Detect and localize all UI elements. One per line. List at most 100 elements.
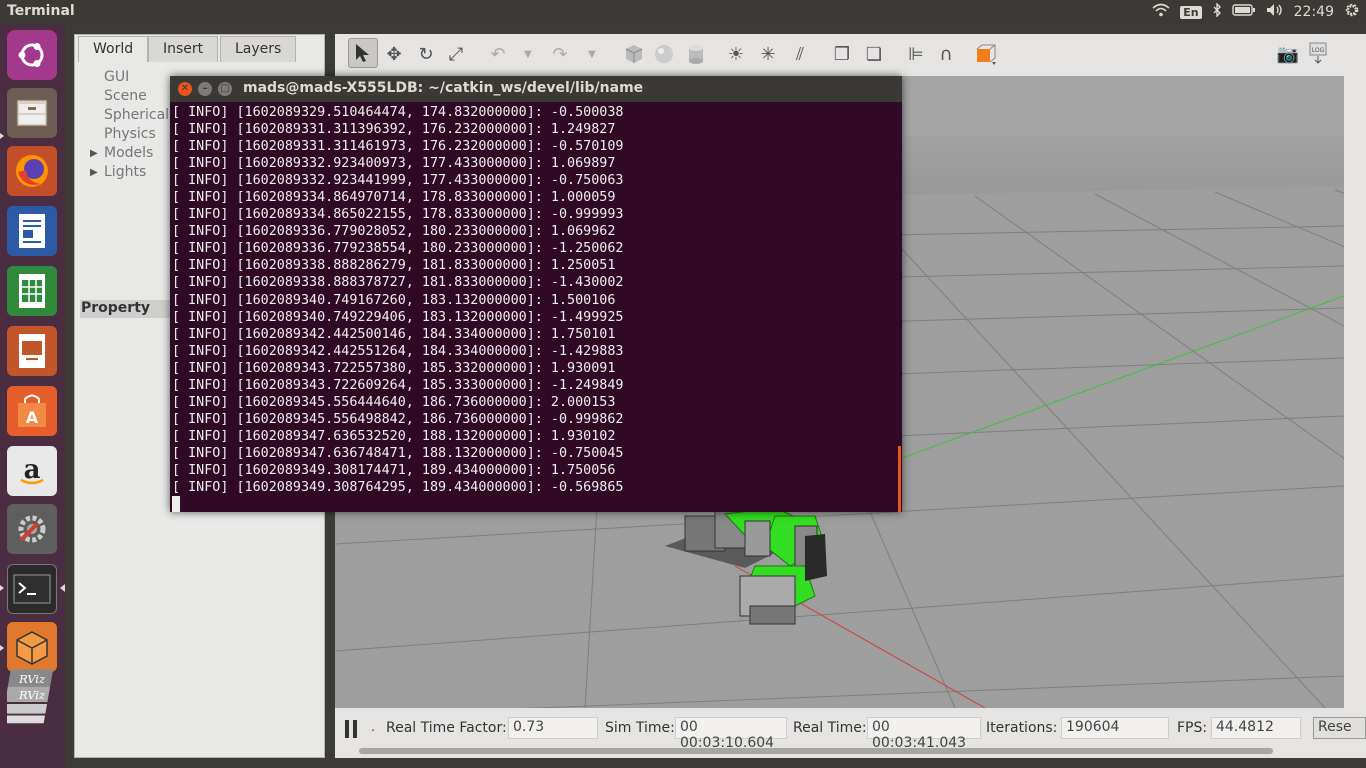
directional-light-button[interactable]: ⫽ bbox=[788, 42, 812, 66]
paste-button[interactable]: ❏ bbox=[862, 42, 886, 66]
firefox-icon bbox=[16, 155, 48, 187]
point-light-button[interactable]: ☀ bbox=[724, 42, 748, 66]
writer-launcher-button[interactable] bbox=[7, 206, 57, 256]
rviz-launcher-button[interactable]: RViz RViz bbox=[7, 669, 57, 728]
tree-item-scene[interactable]: Scene bbox=[104, 88, 147, 104]
software-center-launcher-button[interactable]: A bbox=[7, 386, 57, 436]
pause-icon[interactable] bbox=[353, 720, 357, 738]
amazon-launcher-button[interactable]: a bbox=[7, 446, 57, 496]
step-indicator: . bbox=[371, 720, 375, 734]
terminal-titlebar[interactable]: ✕ – □ mads@mads-X555LDB: ~/catkin_ws/dev… bbox=[170, 76, 902, 102]
align-button[interactable]: ⊫ bbox=[904, 42, 928, 66]
tree-item-models[interactable]: Models bbox=[104, 145, 153, 161]
firefox-launcher-button[interactable] bbox=[7, 146, 57, 196]
tab-layers[interactable]: Layers bbox=[220, 36, 297, 62]
screenshot-button[interactable]: 📷 bbox=[1276, 42, 1300, 66]
system-settings-launcher-button[interactable] bbox=[7, 504, 57, 554]
calc-launcher-button[interactable] bbox=[7, 266, 57, 316]
chevron-down-icon: ▼ bbox=[524, 48, 532, 60]
svg-text:A: A bbox=[26, 408, 39, 427]
box-shape-button[interactable] bbox=[622, 42, 646, 66]
terminal-line: [ INFO] [1602089340.749229406, 183.13200… bbox=[172, 309, 624, 325]
horizontal-scrollbar[interactable] bbox=[359, 748, 1273, 754]
ubuntu-logo-icon bbox=[18, 43, 44, 67]
terminal-window[interactable]: ✕ – □ mads@mads-X555LDB: ~/catkin_ws/dev… bbox=[170, 76, 902, 513]
undo-icon: ↶ bbox=[490, 43, 506, 65]
wifi-icon[interactable] bbox=[1152, 3, 1170, 21]
tree-item-gui[interactable]: GUI bbox=[104, 69, 129, 85]
select-mode-button[interactable] bbox=[348, 38, 378, 68]
terminal-line: [ INFO] [1602089349.308764295, 189.43400… bbox=[172, 480, 624, 496]
log-button[interactable]: LOG bbox=[1306, 42, 1330, 66]
terminal-launcher-button[interactable] bbox=[7, 564, 57, 614]
tab-world[interactable]: World bbox=[78, 36, 149, 62]
rotate-mode-button[interactable]: ↻ bbox=[414, 42, 438, 66]
clock[interactable]: 22:49 bbox=[1294, 4, 1334, 20]
tree-item-lights[interactable]: Lights bbox=[104, 164, 146, 180]
copy-button[interactable]: ❐ bbox=[830, 42, 854, 66]
undo-history-button[interactable]: ▼ bbox=[516, 42, 540, 66]
translate-mode-button[interactable]: ✥ bbox=[382, 42, 406, 66]
settings-gear-wrench-icon bbox=[18, 515, 46, 543]
redo-history-button[interactable]: ▼ bbox=[580, 42, 604, 66]
keyboard-layout-indicator[interactable]: En bbox=[1180, 5, 1202, 19]
cylinder-icon bbox=[689, 45, 703, 64]
viewport-scrollbar[interactable] bbox=[1344, 76, 1366, 708]
undo-button[interactable]: ↶ bbox=[486, 42, 510, 66]
files-launcher-button[interactable] bbox=[7, 88, 57, 138]
sim-time-value: 00 00:03:10.604 bbox=[675, 717, 787, 751]
spot-light-button[interactable]: ✳ bbox=[756, 42, 780, 66]
terminal-line: [ INFO] [1602089345.556498842, 186.73600… bbox=[172, 411, 624, 427]
volume-icon[interactable] bbox=[1266, 3, 1284, 21]
terminal-output[interactable]: [ INFO] [1602089329.510464474, 174.83200… bbox=[172, 104, 900, 513]
terminal-line: [ INFO] [1602089349.308174471, 189.43400… bbox=[172, 462, 616, 478]
sphere-shape-button[interactable] bbox=[652, 42, 676, 66]
terminal-line: [ INFO] [1602089331.311396392, 176.23200… bbox=[172, 122, 616, 138]
close-icon: ✕ bbox=[180, 83, 190, 94]
minimize-button[interactable]: – bbox=[198, 82, 212, 96]
running-indicator bbox=[0, 645, 4, 651]
sim-time-label: Sim Time: bbox=[605, 720, 675, 736]
rviz-icon: RViz RViz bbox=[7, 669, 54, 724]
impress-launcher-button[interactable] bbox=[7, 326, 57, 376]
running-indicator bbox=[0, 585, 4, 591]
close-button[interactable]: ✕ bbox=[178, 82, 192, 96]
gazebo-launcher-button[interactable] bbox=[7, 622, 57, 672]
tree-item-spherical[interactable]: Spherical bbox=[104, 107, 169, 123]
scale-mode-button[interactable]: ⤢ bbox=[444, 42, 468, 66]
terminal-line: [ INFO] [1602089332.923441999, 177.43300… bbox=[172, 173, 624, 189]
terminal-line: [ INFO] [1602089343.722557380, 185.33200… bbox=[172, 360, 616, 376]
copy-icon: ❐ bbox=[833, 43, 851, 65]
reset-time-button[interactable]: Rese bbox=[1313, 717, 1366, 739]
battery-icon[interactable] bbox=[1231, 4, 1256, 20]
terminal-scrollbar-thumb[interactable] bbox=[898, 446, 901, 512]
expand-arrow-icon[interactable]: ▶ bbox=[90, 148, 98, 159]
bluetooth-icon[interactable] bbox=[1212, 2, 1222, 21]
cylinder-shape-button[interactable] bbox=[684, 42, 708, 66]
terminal-line: [ INFO] [1602089342.442500146, 184.33400… bbox=[172, 326, 616, 342]
expand-arrow-icon[interactable]: ▶ bbox=[90, 167, 98, 178]
gear-icon[interactable] bbox=[1344, 2, 1360, 22]
maximize-icon: □ bbox=[220, 83, 230, 94]
active-app-title: Terminal bbox=[7, 3, 75, 19]
terminal-line: [ INFO] [1602089331.311461973, 176.23200… bbox=[172, 139, 624, 155]
maximize-button[interactable]: □ bbox=[218, 82, 232, 96]
ubuntu-dash-button[interactable] bbox=[7, 30, 57, 80]
launcher: A a RViz RViz bbox=[0, 24, 65, 768]
magnet-icon: ∩ bbox=[939, 43, 953, 65]
presentation-icon bbox=[19, 334, 45, 368]
snap-button[interactable]: ∩ bbox=[934, 42, 958, 66]
svg-text:a: a bbox=[24, 455, 41, 485]
terminal-line: [ INFO] [1602089345.556444640, 186.73600… bbox=[172, 394, 616, 410]
sun-icon: ☀ bbox=[727, 43, 745, 65]
pause-icon[interactable] bbox=[345, 720, 349, 738]
tab-insert[interactable]: Insert bbox=[148, 36, 219, 62]
terminal-icon bbox=[13, 574, 51, 604]
text-cursor bbox=[172, 496, 180, 513]
terminal-line: [ INFO] [1602089334.864970714, 178.83300… bbox=[172, 190, 616, 206]
top-panel: Terminal En 22:49 bbox=[0, 0, 1366, 24]
redo-button[interactable]: ↷ bbox=[548, 42, 572, 66]
real-time-factor-value: 0.73 bbox=[508, 717, 598, 739]
tree-item-physics[interactable]: Physics bbox=[104, 126, 156, 142]
view-angle-button[interactable] bbox=[974, 42, 998, 66]
